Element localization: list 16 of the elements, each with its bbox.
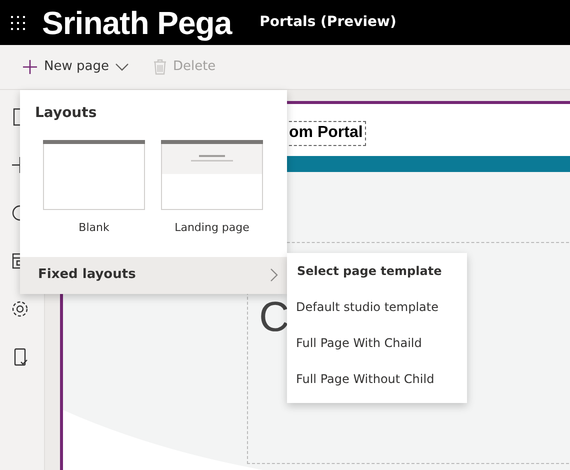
add-icon: [22, 59, 38, 75]
template-item[interactable]: Full Page With Chaild: [287, 325, 467, 361]
hero-heading: C: [259, 296, 290, 338]
fixed-layouts-item[interactable]: Fixed layouts: [20, 256, 287, 294]
product-name: Portals (Preview): [260, 13, 396, 32]
chevron-right-icon: [270, 268, 278, 282]
template-item[interactable]: Full Page Without Child: [287, 361, 467, 397]
new-page-button[interactable]: New page: [22, 57, 129, 77]
settings-icon[interactable]: [10, 299, 30, 319]
template-item[interactable]: Default studio template: [287, 289, 467, 325]
submenu-heading: Select page template: [296, 263, 443, 280]
menu-heading: Layouts: [34, 104, 98, 123]
app-launcher-icon[interactable]: [10, 14, 26, 30]
caret-icon: [114, 63, 129, 71]
site-name: Srinath Pega: [42, 4, 232, 43]
trash-icon: [152, 59, 167, 75]
